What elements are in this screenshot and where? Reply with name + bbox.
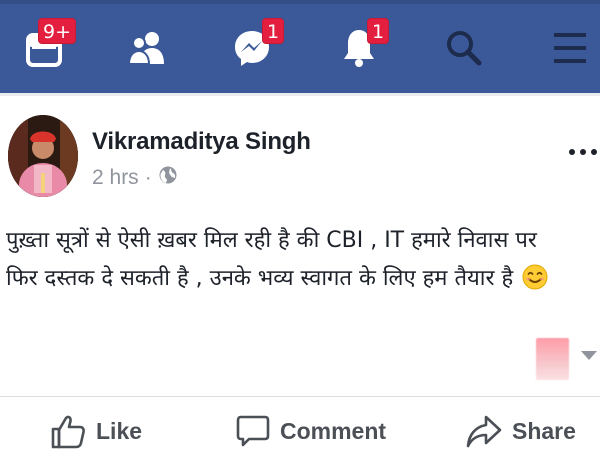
like-label: Like — [96, 417, 143, 444]
meta-separator: · — [144, 166, 152, 189]
comment-label: Comment — [280, 417, 387, 444]
chevron-down-icon[interactable] — [581, 351, 597, 360]
speech-bubble-icon — [236, 413, 270, 449]
action-divider — [0, 396, 600, 397]
top-navigation-bar: 9+ 1 1 — [0, 0, 600, 93]
share-button[interactable]: Share — [466, 413, 576, 449]
status-strip — [0, 0, 600, 4]
post-meta: 2 hrs · — [92, 165, 178, 191]
post-author-name[interactable]: Vikramaditya Singh — [92, 128, 311, 156]
header-separator — [0, 93, 600, 96]
post-text-line-2: फिर दस्तक दे सकती है , उनके भव्य स्वागत … — [6, 260, 596, 298]
news-feed-badge: 9+ — [38, 18, 77, 44]
more-options-button[interactable] — [566, 140, 600, 164]
like-button[interactable]: Like — [50, 413, 142, 449]
blurred-thumbnail-image[interactable] — [536, 338, 569, 380]
avatar[interactable] — [8, 115, 78, 197]
globe-icon — [158, 165, 178, 191]
thumbs-up-icon — [50, 413, 86, 449]
search-icon — [444, 28, 484, 68]
nav-menu[interactable] — [540, 18, 600, 78]
nav-search[interactable] — [434, 18, 494, 78]
post-text-line-1: पुख़्ता सूत्रों से ऐसी ख़बर मिल रही है क… — [6, 228, 537, 253]
post-time[interactable]: 2 hrs — [92, 166, 139, 190]
more-options-icon — [566, 149, 600, 168]
post-text-line-2-text: फिर दस्तक दे सकती है , उनके भव्य स्वागत … — [6, 266, 514, 291]
messenger-badge: 1 — [262, 18, 285, 44]
hamburger-menu-icon — [552, 30, 588, 66]
share-label: Share — [512, 417, 576, 444]
notifications-badge: 1 — [367, 18, 390, 44]
smiling-face-emoji-icon — [522, 264, 548, 290]
friends-icon — [127, 30, 167, 66]
comment-button[interactable]: Comment — [236, 413, 386, 449]
nav-friends[interactable] — [117, 18, 177, 78]
share-arrow-icon — [466, 413, 502, 449]
post-text: पुख़्ता सूत्रों से ऐसी ख़बर मिल रही है क… — [6, 222, 596, 298]
